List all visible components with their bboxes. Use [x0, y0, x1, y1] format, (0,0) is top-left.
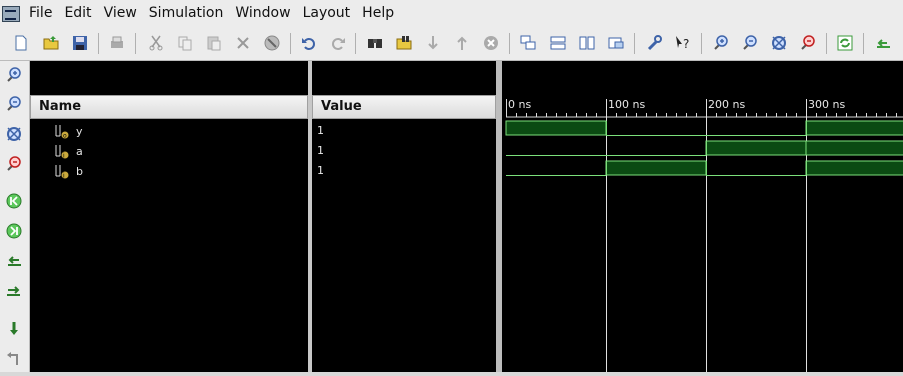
copy-icon[interactable]	[175, 33, 195, 53]
time-tick-label: 100 ns	[608, 98, 645, 111]
menu-view[interactable]: View	[98, 0, 143, 27]
menu-bar: File Edit View Simulation Window Layout …	[0, 0, 903, 27]
context-help-icon[interactable]: ?	[673, 33, 693, 53]
signal-name: b	[76, 164, 83, 178]
waveform-canvas[interactable]: 0 ns 100 ns 200 ns 300 ns	[502, 61, 903, 372]
zoom-out-icon[interactable]	[4, 94, 24, 114]
save-icon[interactable]	[70, 33, 90, 53]
waveform-pane[interactable]: 0 ns 100 ns 200 ns 300 ns	[502, 61, 903, 372]
next-transition-icon[interactable]	[4, 281, 24, 301]
time-tick-label: 200 ns	[708, 98, 745, 111]
wave-high-segment	[705, 140, 807, 156]
clear-icon[interactable]	[481, 33, 501, 53]
zoom-in-icon[interactable]	[711, 33, 731, 53]
settings-wrench-icon[interactable]	[644, 33, 664, 53]
wave-high-segment	[805, 120, 903, 136]
redo-icon[interactable]	[328, 33, 348, 53]
signal-name: a	[76, 144, 83, 158]
input-signal-icon: i	[55, 145, 69, 159]
input-signal-icon: i	[55, 165, 69, 179]
previous-transition-icon[interactable]	[4, 251, 24, 271]
menu-file[interactable]: File	[23, 0, 58, 27]
paste-icon[interactable]	[204, 33, 224, 53]
main-toolbar: ?	[0, 27, 903, 61]
go-to-time-zero-icon[interactable]	[4, 191, 24, 211]
signal-name: y	[76, 124, 83, 138]
cascade-windows-icon[interactable]	[518, 33, 538, 53]
svg-text:?: ?	[683, 37, 689, 51]
name-pane: Name o y i a i b	[30, 61, 308, 372]
go-to-last-time-icon[interactable]	[4, 221, 24, 241]
menu-help[interactable]: Help	[356, 0, 400, 27]
go-to-start-icon[interactable]	[873, 33, 893, 53]
app-icon	[2, 5, 20, 22]
signal-row[interactable]: o y	[54, 122, 83, 140]
signal-value: 1	[317, 164, 324, 177]
arrow-up-icon[interactable]	[452, 33, 472, 53]
time-axis: 0 ns 100 ns 200 ns 300 ns	[506, 98, 903, 372]
cut-icon[interactable]	[146, 33, 166, 53]
time-tick-label: 0 ns	[508, 98, 531, 111]
value-pane: Value 1 1 1	[312, 61, 496, 372]
previous-marker-icon[interactable]	[4, 349, 24, 369]
svg-text:o: o	[63, 133, 67, 140]
open-folder-icon[interactable]	[41, 33, 61, 53]
zoom-out-icon[interactable]	[740, 33, 760, 53]
zoom-to-cursor-icon[interactable]	[798, 33, 818, 53]
stop-icon[interactable]	[262, 33, 282, 53]
wave-high-segment	[805, 160, 903, 176]
menu-window[interactable]: Window	[229, 0, 296, 27]
signal-value: 1	[317, 144, 324, 157]
zoom-to-cursor-icon[interactable]	[4, 154, 24, 174]
signal-value: 1	[317, 124, 324, 137]
find-in-files-icon[interactable]	[394, 33, 414, 53]
tile-horizontal-icon[interactable]	[548, 33, 568, 53]
signal-row[interactable]: i b	[54, 162, 83, 180]
wave-toolbar	[0, 61, 30, 372]
output-signal-icon: o	[55, 125, 69, 140]
delete-icon[interactable]	[233, 33, 253, 53]
zoom-in-icon[interactable]	[4, 65, 24, 85]
menu-layout[interactable]: Layout	[297, 0, 357, 27]
time-tick-label: 300 ns	[808, 98, 845, 111]
tile-vertical-icon[interactable]	[577, 33, 597, 53]
add-marker-icon[interactable]	[4, 319, 24, 339]
wave-high-segment	[505, 120, 607, 136]
menu-simulation[interactable]: Simulation	[143, 0, 230, 27]
relaunch-icon[interactable]	[835, 33, 855, 53]
name-column-header[interactable]: Name	[30, 95, 308, 119]
value-column-header[interactable]: Value	[312, 95, 496, 119]
wave-high-segment	[605, 160, 707, 176]
zoom-fit-icon[interactable]	[769, 33, 789, 53]
print-icon[interactable]	[107, 33, 127, 53]
menu-edit[interactable]: Edit	[58, 0, 97, 27]
find-icon[interactable]	[365, 33, 385, 53]
waveforms	[505, 120, 903, 176]
signal-row[interactable]: i a	[54, 142, 83, 160]
arrow-down-icon[interactable]	[423, 33, 443, 53]
undo-icon[interactable]	[299, 33, 319, 53]
wave-high-segment	[805, 140, 903, 156]
float-window-icon[interactable]	[606, 33, 626, 53]
new-file-icon[interactable]	[11, 33, 31, 53]
zoom-fit-icon[interactable]	[4, 124, 24, 144]
